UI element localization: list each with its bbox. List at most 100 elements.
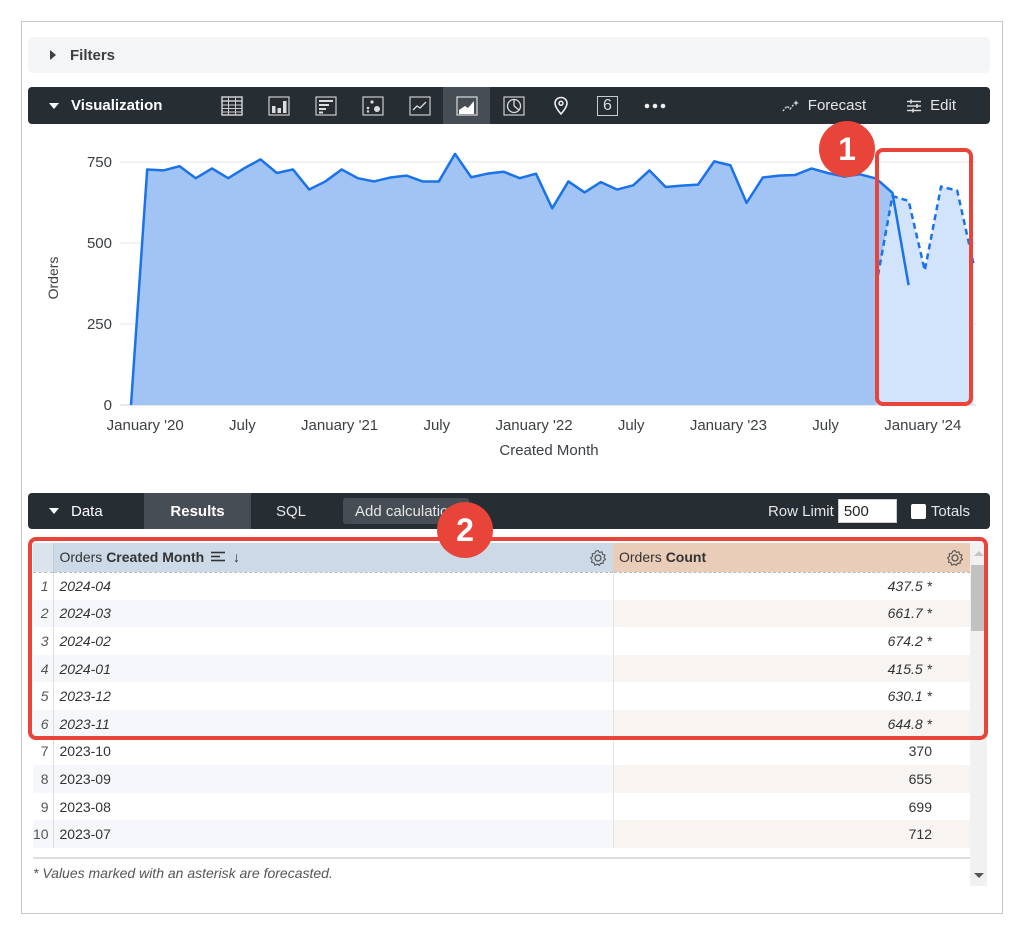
area-chart-button[interactable] [443,87,490,124]
forecast-label: Forecast [807,97,867,114]
collapse-triangle-icon [49,102,59,109]
table-chart-icon [220,95,243,116]
x-tick-label: July [812,417,839,434]
pie-chart-button[interactable] [490,87,537,124]
actual-data-point[interactable] [533,171,539,177]
callout-badge-1: 1 [819,121,875,177]
actual-data-point[interactable] [614,187,620,193]
filters-section[interactable]: Filters [28,37,990,73]
orders-count-cell[interactable]: 370 [612,737,970,766]
actual-data-point[interactable] [711,158,717,164]
line-chart-icon [408,95,431,116]
actual-data-point[interactable] [128,402,134,408]
actual-data-point[interactable] [727,162,733,168]
x-axis-label: Created Month [499,442,598,459]
single-value-button[interactable]: 6 [584,87,631,124]
scatter-chart-button[interactable] [349,87,396,124]
orders-count-cell[interactable]: 699 [612,792,970,821]
actual-data-point[interactable] [792,172,798,178]
line-chart-button[interactable] [396,87,443,124]
row-limit-label: Row Limit [767,502,834,520]
actual-data-point[interactable] [582,189,588,195]
created-month-cell[interactable]: 2023-10 [53,738,613,766]
actual-data-point[interactable] [565,178,571,184]
area-chart-icon [455,95,478,116]
orders-count-cell[interactable]: 712 [612,820,970,848]
forecast-button[interactable]: Forecast [782,97,866,114]
created-month-cell[interactable]: 2023-08 [53,793,613,821]
edit-button[interactable]: Edit [906,97,956,114]
x-tick-label: July [423,417,450,434]
table-row[interactable]: 9 2023-08 699 [33,792,970,821]
orders-count-cell[interactable]: 655 [612,765,970,793]
actual-data-point[interactable] [144,166,150,172]
scroll-down-arrow-icon[interactable] [974,873,984,878]
actual-data-point[interactable] [371,178,377,184]
table-row[interactable]: 8 2023-09 655 [33,765,970,793]
actual-data-point[interactable] [290,166,296,172]
row-number: 8 [33,765,54,793]
actual-data-point[interactable] [630,182,636,188]
actual-data-point[interactable] [420,178,426,184]
actual-data-point[interactable] [776,173,782,179]
actual-data-point[interactable] [808,165,814,171]
totals-checkbox[interactable] [910,503,926,519]
table-row[interactable]: 10 2023-07 712 [33,820,970,848]
edit-label: Edit [930,97,956,114]
row-limit-input[interactable] [837,499,897,523]
y-tick-label: 750 [87,154,112,171]
data-toggle[interactable]: Data [28,503,144,520]
actual-data-point[interactable] [177,163,183,169]
area-chart: 0 250 500 750 January '20 July January '21 Jul… [45,151,976,459]
y-tick-label: 250 [87,316,112,333]
actual-data-point[interactable] [306,187,312,193]
column-chart-button[interactable] [255,87,302,124]
totals-label: Totals [930,502,970,520]
actual-data-point[interactable] [598,179,604,185]
actual-data-point[interactable] [679,183,685,189]
tab-sql[interactable]: SQL [251,493,331,529]
table-chart-button[interactable] [208,87,255,124]
row-number: 7 [33,737,54,766]
row-number: 9 [33,792,54,821]
actual-data-point[interactable] [549,205,555,211]
actual-data-point[interactable] [403,173,409,179]
table-row[interactable]: 7 2023-10 370 [33,737,970,766]
more-chart-types-button[interactable] [631,87,678,124]
actual-data-point[interactable] [436,178,442,184]
actual-data-point[interactable] [160,167,166,173]
tab-results[interactable]: Results [144,493,251,529]
actual-data-point[interactable] [695,182,701,188]
actual-data-point[interactable] [646,167,652,173]
actual-data-point[interactable] [484,171,490,177]
actual-data-point[interactable] [517,175,523,181]
actual-data-point[interactable] [322,178,328,184]
actual-data-point[interactable] [241,165,247,171]
actual-data-point[interactable] [760,175,766,181]
actual-data-point[interactable] [387,175,393,181]
bar-chart-button[interactable] [302,87,349,124]
column-chart-icon [267,95,290,116]
actual-data-point[interactable] [209,165,215,171]
y-tick-label: 500 [87,235,112,252]
x-tick-label: July [618,417,645,434]
x-tick-label: July [229,417,256,434]
actual-data-point[interactable] [193,175,199,181]
created-month-cell[interactable]: 2023-09 [53,765,613,793]
created-month-cell[interactable]: 2023-07 [53,820,613,848]
actual-data-point[interactable] [339,166,345,172]
actual-data-point[interactable] [663,184,669,190]
visualization-toggle[interactable]: Visualization [28,97,208,114]
actual-data-point[interactable] [274,170,280,176]
map-chart-button[interactable] [537,87,584,124]
actual-data-point[interactable] [258,156,264,162]
actual-data-point[interactable] [452,151,458,157]
y-axis-label: Orders [45,257,61,300]
actual-data-point[interactable] [468,174,474,180]
actual-data-point[interactable] [501,169,507,175]
x-tick-label: January '23 [690,417,767,434]
actual-data-point[interactable] [355,175,361,181]
actual-data-point[interactable] [744,200,750,206]
actual-data-point[interactable] [225,175,231,181]
data-bar: Data Results SQL Add calculation Row Lim… [28,493,990,529]
